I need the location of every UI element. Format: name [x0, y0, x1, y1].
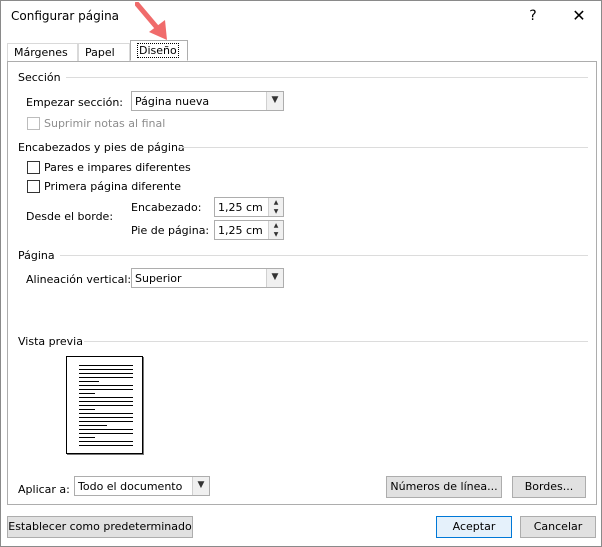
from-edge-label: Desde el borde:	[26, 210, 114, 223]
annotation-arrow-icon	[135, 2, 167, 40]
preview-line	[79, 421, 133, 422]
header-distance-stepper[interactable]: 1,25 cm ▲ ▼	[214, 197, 284, 217]
vertical-alignment-label: Alineación vertical:	[26, 273, 132, 286]
preview-line	[79, 409, 95, 410]
preview-line	[79, 437, 95, 438]
layout-panel: Sección Empezar sección: Página nueva ▼ …	[7, 61, 597, 505]
footer-distance-value: 1,25 cm	[218, 224, 263, 237]
page-preview-thumbnail	[66, 356, 143, 454]
tab-bar: Márgenes Papel Diseño	[7, 40, 597, 61]
preview-line	[79, 425, 107, 426]
chevron-down-icon: ▼	[192, 477, 209, 495]
section-start-label: Empezar sección:	[26, 96, 124, 109]
apply-to-value: Todo el documento	[78, 480, 183, 493]
section-start-select[interactable]: Página nueva ▼	[131, 91, 284, 111]
suppress-endnotes-label: Suprimir notas al final	[44, 117, 166, 130]
set-default-button[interactable]: Establecer como predeterminado	[7, 516, 193, 538]
preview-line	[79, 441, 133, 442]
first-page-label: Primera página diferente	[44, 180, 182, 193]
preview-line	[79, 429, 133, 430]
preview-line	[79, 385, 133, 386]
headers-divider	[180, 147, 588, 148]
odd-even-label: Pares e impares diferentes	[44, 161, 191, 174]
tab-layout[interactable]: Diseño	[130, 40, 188, 61]
preview-line	[79, 381, 99, 382]
preview-line	[79, 365, 133, 366]
headers-group-title: Encabezados y pies de página	[18, 141, 185, 154]
apply-to-label: Aplicar a:	[18, 483, 70, 496]
preview-line	[79, 405, 133, 406]
tab-layout-label: Diseño	[137, 43, 179, 58]
header-distance-label: Encabezado:	[131, 201, 202, 214]
preview-line	[79, 397, 133, 398]
ok-button[interactable]: Aceptar	[436, 516, 512, 538]
preview-line	[79, 417, 133, 418]
help-button[interactable]: ?	[521, 6, 545, 26]
page-divider	[60, 255, 588, 256]
footer-distance-stepper[interactable]: 1,25 cm ▲ ▼	[214, 220, 284, 240]
spin-down-icon[interactable]: ▼	[268, 230, 283, 239]
preview-line	[79, 377, 133, 378]
preview-divider	[84, 341, 588, 342]
spin-down-icon[interactable]: ▼	[268, 207, 283, 216]
apply-to-select[interactable]: Todo el documento ▼	[74, 476, 210, 496]
preview-line	[79, 389, 133, 390]
footer-distance-label: Pie de página:	[131, 224, 210, 237]
chevron-down-icon: ▼	[266, 269, 283, 287]
vertical-alignment-select[interactable]: Superior ▼	[131, 268, 284, 288]
preview-line	[79, 433, 133, 434]
dialog-title: Configurar página	[11, 9, 120, 23]
preview-line	[79, 445, 133, 446]
section-start-value: Página nueva	[135, 95, 210, 108]
section-divider	[66, 77, 588, 78]
line-numbers-button[interactable]: Números de línea...	[386, 476, 502, 498]
page-group-title: Página	[18, 249, 55, 262]
vertical-alignment-value: Superior	[135, 272, 182, 285]
cancel-button[interactable]: Cancelar	[520, 516, 596, 538]
close-button[interactable]: ✕	[567, 6, 591, 26]
suppress-endnotes-checkbox[interactable]	[27, 117, 40, 130]
preview-line	[79, 401, 133, 402]
chevron-down-icon: ▼	[266, 92, 283, 110]
preview-line	[79, 393, 95, 394]
first-page-checkbox[interactable]	[27, 180, 40, 193]
section-group-title: Sección	[18, 71, 61, 84]
page-setup-dialog: Configurar página ? ✕ Márgenes Papel Dis…	[0, 0, 602, 547]
tab-margins[interactable]: Márgenes	[7, 43, 78, 61]
header-distance-value: 1,25 cm	[218, 201, 263, 214]
preview-line	[79, 373, 133, 374]
preview-group-title: Vista previa	[18, 335, 83, 348]
odd-even-checkbox[interactable]	[27, 161, 40, 174]
borders-button[interactable]: Bordes...	[512, 476, 586, 498]
preview-line	[79, 369, 133, 370]
title-bar: Configurar página ? ✕	[1, 1, 601, 31]
preview-line	[79, 413, 133, 414]
tab-paper[interactable]: Papel	[78, 43, 130, 61]
